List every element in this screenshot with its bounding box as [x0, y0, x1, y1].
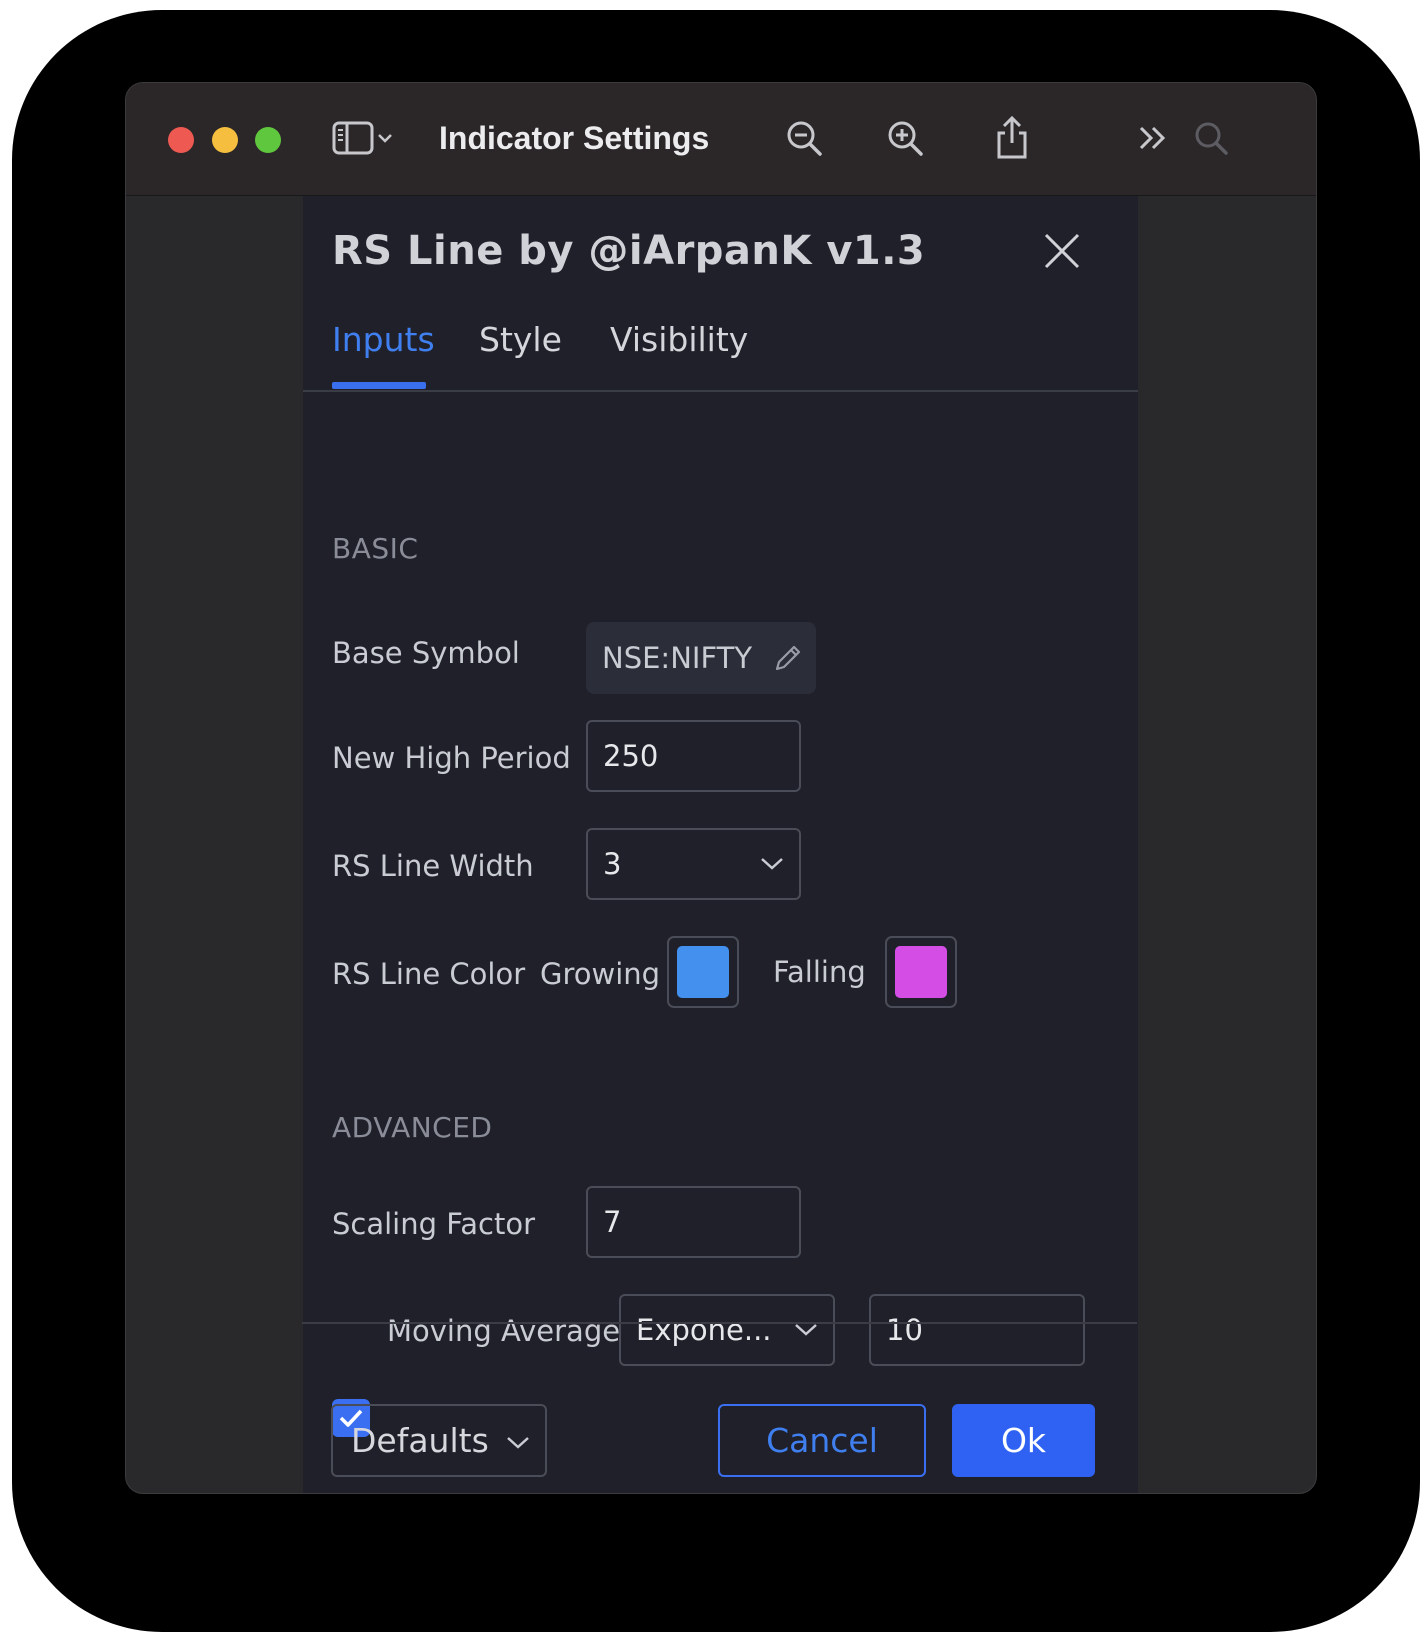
scaling-factor-value: 7: [603, 1205, 622, 1239]
rs-line-color-label: RS Line Color: [332, 957, 526, 991]
chevron-down-icon: [761, 858, 783, 870]
tab-style[interactable]: Style: [479, 320, 562, 359]
more-toolbar-button[interactable]: [1130, 113, 1176, 163]
close-icon: [1044, 233, 1080, 269]
zoom-window-button[interactable]: [255, 127, 281, 153]
falling-label: Falling: [773, 955, 866, 989]
cancel-button[interactable]: Cancel: [718, 1404, 926, 1477]
close-dialog-button[interactable]: [1043, 232, 1081, 270]
dialog-title: RS Line by @iArpanK v1.3: [332, 228, 926, 274]
ok-button[interactable]: Ok: [952, 1404, 1095, 1477]
moving-average-length-value: 10: [886, 1313, 923, 1347]
rs-line-width-value: 3: [603, 847, 622, 881]
share-button[interactable]: [988, 113, 1036, 163]
rs-line-width-label: RS Line Width: [332, 849, 534, 883]
new-high-period-value: 250: [603, 739, 659, 773]
section-basic-heading: BASIC: [332, 532, 419, 565]
scaling-factor-input[interactable]: 7: [586, 1186, 801, 1258]
base-symbol-field[interactable]: NSE:NIFTY: [586, 622, 816, 694]
close-window-button[interactable]: [168, 127, 194, 153]
double-chevron-right-icon: [1139, 126, 1166, 150]
app-window: Indicator Settings RS Line by @iArpanK v…: [125, 82, 1317, 1494]
zoom-out-button[interactable]: [780, 113, 828, 163]
tab-bar: Inputs Style Visibility: [303, 306, 1138, 392]
falling-color-swatch: [895, 946, 947, 998]
moving-average-type-value: Expone...: [636, 1313, 772, 1347]
section-advanced-heading: ADVANCED: [332, 1111, 493, 1144]
growing-color-picker[interactable]: [667, 936, 739, 1008]
growing-color-swatch: [677, 946, 729, 998]
window-title: Indicator Settings: [439, 120, 710, 156]
share-icon: [997, 115, 1027, 159]
minimize-window-button[interactable]: [212, 127, 238, 153]
zoom-out-icon: [787, 121, 822, 156]
search-button[interactable]: [1188, 113, 1234, 163]
falling-color-picker[interactable]: [885, 936, 957, 1008]
moving-average-length-input[interactable]: 10: [869, 1294, 1085, 1366]
rs-line-width-select[interactable]: 3: [586, 828, 801, 900]
new-high-period-label: New High Period: [332, 741, 571, 775]
sidebar-icon: [332, 121, 374, 155]
sidebar-toggle-button[interactable]: [322, 113, 404, 163]
pencil-icon[interactable]: [772, 642, 804, 674]
defaults-button-label: Defaults: [351, 1421, 489, 1460]
chevron-down-icon: [507, 1437, 529, 1449]
zoom-in-icon: [888, 121, 923, 156]
search-icon: [1195, 122, 1228, 155]
active-tab-indicator: [332, 382, 426, 389]
growing-label: Growing: [540, 957, 661, 991]
moving-average-label: Moving Average: [387, 1314, 621, 1348]
scaling-factor-label: Scaling Factor: [332, 1207, 536, 1241]
chevron-down-icon: [378, 134, 392, 143]
indicator-settings-dialog: RS Line by @iArpanK v1.3 Inputs Style Vi…: [303, 196, 1138, 1493]
moving-average-type-select[interactable]: Expone...: [619, 1294, 835, 1366]
tab-visibility[interactable]: Visibility: [610, 320, 748, 359]
tab-inputs[interactable]: Inputs: [332, 320, 435, 359]
new-high-period-input[interactable]: 250: [586, 720, 801, 792]
base-symbol-value: NSE:NIFTY: [602, 641, 753, 675]
defaults-button[interactable]: Defaults: [331, 1404, 547, 1477]
base-symbol-label: Base Symbol: [332, 636, 520, 670]
title-bar: Indicator Settings: [126, 83, 1316, 196]
chevron-down-icon: [795, 1324, 817, 1336]
zoom-in-button[interactable]: [881, 113, 929, 163]
